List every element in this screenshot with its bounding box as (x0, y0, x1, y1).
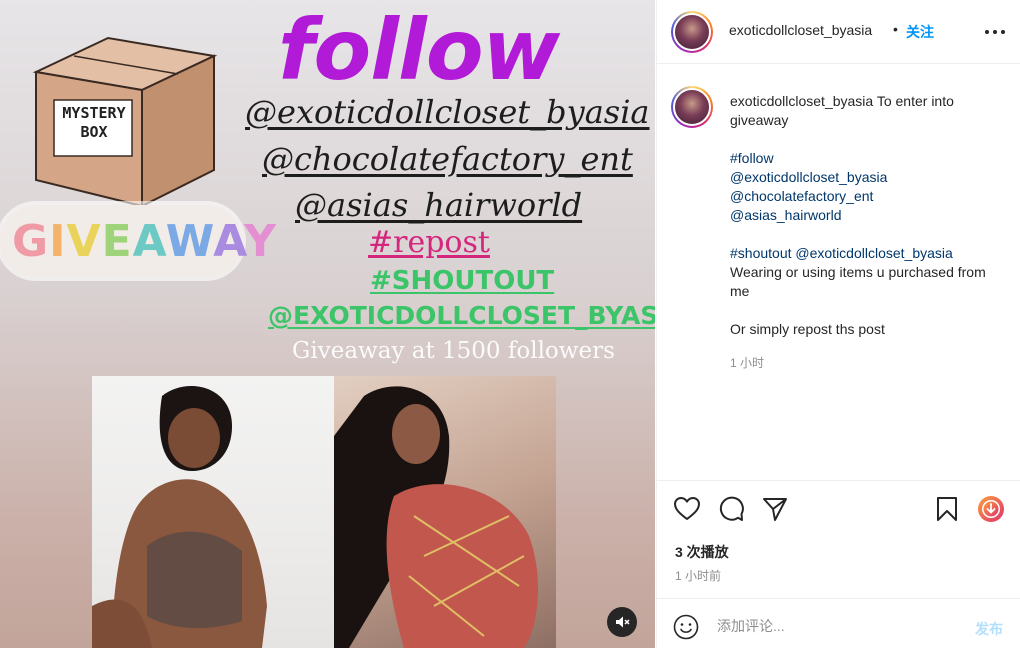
caption-hashtag-link[interactable]: #shoutout (730, 245, 792, 261)
share-icon[interactable] (761, 495, 789, 523)
media-handle: @chocolatefactory_ent (262, 140, 633, 178)
caption-mention-link[interactable]: @chocolatefactory_ent (730, 187, 1000, 206)
speaker-muted-icon (616, 616, 630, 628)
mute-button[interactable] (607, 607, 637, 637)
caption-shoutout-line: #shoutout @exoticdollcloset_byasia (730, 244, 1000, 263)
download-icon[interactable] (977, 495, 1005, 523)
model-silhouette-right (334, 386, 539, 648)
giveaway-letter: E (101, 216, 133, 267)
caption-repost-text: Or simply repost ths post (730, 321, 885, 337)
caption-section: exoticdollcloset_byasia To enter into gi… (657, 64, 1020, 480)
follow-heading: follow (278, 1, 560, 99)
caption-timestamp[interactable]: 1 小时 (730, 354, 764, 371)
view-count[interactable]: 3 次播放 (675, 542, 729, 562)
smiley-icon[interactable] (673, 614, 699, 640)
post-header: exoticdollcloset_byasia • 关注 (657, 0, 1020, 64)
giveaway-letter: W (165, 216, 214, 267)
caption-hashtag-link[interactable]: #follow (730, 149, 1000, 168)
caption-text: exoticdollcloset_byasia To enter into gi… (730, 92, 1000, 339)
giveaway-letter: G (12, 216, 50, 267)
media-repost-tag: #repost (368, 225, 490, 260)
header-username-link[interactable]: exoticdollcloset_byasia (729, 22, 872, 38)
caption-mention-link[interactable]: @asias_hairworld (730, 206, 1000, 225)
avatar[interactable] (671, 86, 713, 128)
giveaway-letter: V (66, 216, 102, 267)
media-handle: @asias_hairworld (295, 186, 583, 224)
action-bar (657, 480, 1020, 540)
mystery-box-label: MYSTERY BOX (56, 104, 132, 142)
more-horizontal-icon[interactable] (983, 22, 1007, 42)
giveaway-letter: I (49, 216, 67, 267)
giveaway-letter: Y (244, 216, 277, 267)
giveaway-letter: A (132, 216, 166, 267)
box-label-line1: MYSTERY (62, 104, 126, 122)
comment-input[interactable] (717, 613, 957, 639)
model-photo-left (92, 376, 334, 648)
post-media[interactable]: MYSTERY BOX GIVEAWAY follow @exoticdollc… (0, 0, 655, 648)
follow-button[interactable]: 关注 (906, 22, 934, 42)
caption-mention-link[interactable]: @exoticdollcloset_byasia (795, 245, 952, 261)
header-separator-dot: • (893, 21, 898, 37)
giveaway-letter: A (213, 216, 245, 267)
post-timestamp[interactable]: 1 小时前 (675, 567, 721, 584)
heart-icon[interactable] (673, 495, 701, 523)
bookmark-icon[interactable] (933, 495, 961, 523)
post-side-panel: exoticdollcloset_byasia • 关注 exoticdollc… (656, 0, 1020, 648)
model-photo-right (334, 376, 556, 648)
media-giveaway-goal: Giveaway at 1500 followers (292, 338, 615, 364)
media-shoutout-handle: @EXOTICDOLLCLOSET_BYASIA (268, 301, 655, 330)
post-comment-button[interactable]: 发布 (975, 619, 1003, 639)
comment-icon[interactable] (717, 495, 745, 523)
giveaway-text: GIVEAWAY (12, 212, 277, 272)
avatar[interactable] (671, 11, 713, 53)
model-silhouette-left (92, 386, 267, 648)
box-label-line2: BOX (80, 123, 108, 141)
media-handle: @exoticdollcloset_byasia (245, 93, 650, 131)
media-shoutout-tag: #SHOUTOUT (370, 266, 555, 296)
comment-bar: 发布 (657, 598, 1020, 648)
caption-username-link[interactable]: exoticdollcloset_byasia (730, 93, 873, 109)
caption-mention-link[interactable]: @exoticdollcloset_byasia (730, 168, 1000, 187)
caption-shoutout-text: Wearing or using items u purchased from … (730, 264, 986, 299)
